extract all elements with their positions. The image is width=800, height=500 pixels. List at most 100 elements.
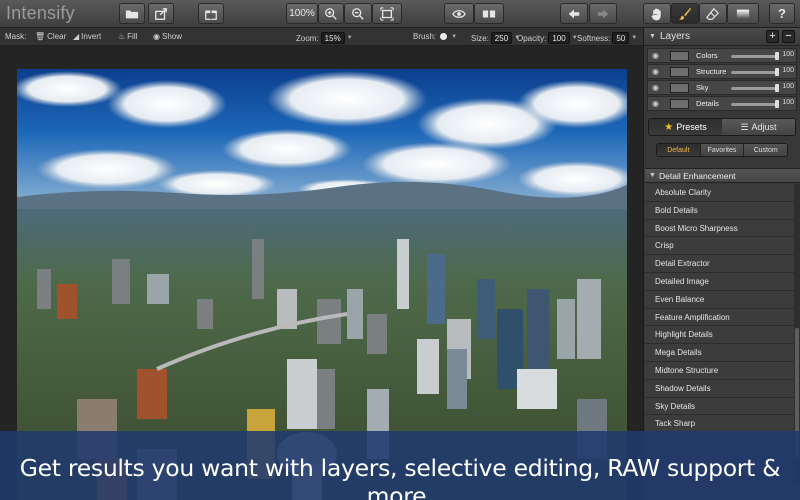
layer-opacity-value: 100 xyxy=(782,67,794,74)
help-button[interactable]: ? xyxy=(769,3,795,24)
mode-tabs: ★ Presets ☰ Adjust xyxy=(648,118,796,136)
zoom-in-button[interactable] xyxy=(318,3,344,24)
layer-thumbnail xyxy=(670,99,689,109)
zoom-control: Zoom: 15% ▼ xyxy=(296,32,353,44)
layer-thumbnail xyxy=(670,67,689,77)
gradient-tool-button[interactable] xyxy=(727,3,759,24)
layer-opacity-slider[interactable] xyxy=(731,71,779,74)
visibility-eye-icon[interactable]: ◉ xyxy=(652,99,659,108)
list-item[interactable]: Midtone Structure xyxy=(645,361,794,380)
layer-row-details[interactable]: ◉ Details 100 xyxy=(647,96,797,111)
list-item[interactable]: Highlight Details xyxy=(645,326,794,345)
gift-button[interactable] xyxy=(198,3,224,24)
top-toolbar: Intensify 100% ? xyxy=(0,0,800,28)
visibility-eye-icon[interactable]: ◉ xyxy=(652,83,659,92)
layer-name: Sky xyxy=(696,83,709,92)
tab-presets[interactable]: ★ Presets xyxy=(649,119,722,135)
preset-category-title: Detail Enhancement xyxy=(659,171,736,181)
mask-invert-button[interactable]: ◢ Invert xyxy=(73,32,101,41)
layer-opacity-slider[interactable] xyxy=(731,87,779,90)
zoom-out-button[interactable] xyxy=(344,3,372,24)
remove-layer-button[interactable]: − xyxy=(782,30,795,43)
list-item[interactable]: Mega Details xyxy=(645,344,794,362)
compare-button[interactable] xyxy=(474,3,504,24)
chevron-down-icon[interactable]: ▼ xyxy=(347,35,353,41)
undo-button[interactable] xyxy=(560,3,588,24)
slider-knob[interactable] xyxy=(775,84,779,92)
layer-row-sky[interactable]: ◉ Sky 100 xyxy=(647,80,797,95)
brush-control: Brush: ▼ xyxy=(413,32,458,41)
chevron-down-icon[interactable]: ▼ xyxy=(631,35,637,41)
size-field[interactable]: 250 xyxy=(490,32,513,44)
zoom-level-button[interactable]: 100% xyxy=(286,3,318,24)
layer-thumbnail xyxy=(670,83,689,93)
list-item[interactable]: Boost Micro Sharpness xyxy=(645,219,794,238)
trash-icon: 🗑 xyxy=(35,32,46,41)
list-item[interactable]: Sky Details xyxy=(645,397,794,416)
layer-opacity-slider[interactable] xyxy=(731,55,779,58)
brush-tool-button[interactable] xyxy=(671,3,699,24)
eraser-tool-button[interactable] xyxy=(699,3,727,24)
layer-row-structure[interactable]: ◉ Structure 100 xyxy=(647,64,797,79)
redo-button[interactable] xyxy=(589,3,617,24)
share-button[interactable] xyxy=(148,3,174,24)
list-item[interactable]: Even Balance xyxy=(645,290,794,309)
mask-show-button[interactable]: ◉ Show xyxy=(153,32,182,41)
chevron-down-icon[interactable]: ▼ xyxy=(451,34,457,40)
promo-caption-text: Get results you want with layers, select… xyxy=(19,454,781,500)
list-item[interactable]: Absolute Clarity xyxy=(645,184,794,202)
redo-icon xyxy=(597,9,609,18)
layer-list: ◉ Colors 100 ◉ Structure 100 ◉ Sky 100 ◉ xyxy=(647,48,797,112)
brush-preview-icon[interactable] xyxy=(440,33,448,40)
visibility-eye-icon[interactable]: ◉ xyxy=(652,67,659,76)
layers-title: Layers xyxy=(660,31,691,42)
preview-button[interactable] xyxy=(444,3,474,24)
slider-knob[interactable] xyxy=(775,100,779,108)
tab-favorites[interactable]: Favorites xyxy=(700,144,745,156)
eye-small-icon: ◉ xyxy=(153,32,160,41)
zoom-select[interactable]: 15% xyxy=(320,32,345,44)
preset-category-header[interactable]: ▼ Detail Enhancement xyxy=(645,168,800,183)
list-item[interactable]: Shadow Details xyxy=(645,379,794,398)
app-title: Intensify xyxy=(6,3,75,23)
open-button[interactable] xyxy=(119,3,145,24)
zoom-out-icon xyxy=(352,7,364,20)
layer-opacity-slider[interactable] xyxy=(731,103,779,106)
undo-icon xyxy=(568,9,580,18)
gift-icon xyxy=(205,10,217,20)
layer-row-colors[interactable]: ◉ Colors 100 xyxy=(647,48,797,63)
list-item[interactable]: Detail Extractor xyxy=(645,255,794,273)
list-item[interactable]: Feature Amplification xyxy=(645,308,794,327)
help-icon: ? xyxy=(778,6,786,21)
slider-knob[interactable] xyxy=(775,68,779,76)
layer-name: Colors xyxy=(696,51,718,60)
size-control: Size: 250 ▼ xyxy=(471,32,521,44)
list-item[interactable]: Crisp xyxy=(645,237,794,256)
opacity-field[interactable]: 100 xyxy=(548,32,570,44)
visibility-eye-icon[interactable]: ◉ xyxy=(652,51,659,60)
hand-icon xyxy=(651,7,661,20)
hand-tool-button[interactable] xyxy=(643,3,671,24)
share-icon xyxy=(155,7,167,20)
collapse-triangle-icon[interactable]: ▼ xyxy=(649,33,656,40)
layer-name: Structure xyxy=(696,67,727,76)
sliders-icon: ☰ xyxy=(740,121,749,132)
tab-adjust[interactable]: ☰ Adjust xyxy=(722,119,795,135)
fit-screen-icon xyxy=(380,6,394,21)
mask-fill-button[interactable]: ♨ Fill xyxy=(118,32,137,41)
softness-field[interactable]: 50 xyxy=(612,32,630,44)
brush-icon xyxy=(678,7,692,20)
slider-knob[interactable] xyxy=(775,52,779,60)
collapse-triangle-icon[interactable]: ▼ xyxy=(649,172,656,179)
layer-opacity-value: 100 xyxy=(782,99,794,106)
fit-screen-button[interactable] xyxy=(372,3,402,24)
tab-default[interactable]: Default xyxy=(657,144,701,156)
zoom-in-icon xyxy=(325,7,337,20)
list-item[interactable]: Bold Details xyxy=(645,201,794,220)
opacity-control: Opacity: 100 ▼ xyxy=(517,32,578,44)
mask-label: Mask: xyxy=(5,32,27,41)
list-item[interactable]: Detailed Image xyxy=(645,272,794,291)
add-layer-button[interactable]: + xyxy=(766,30,779,43)
tab-custom[interactable]: Custom xyxy=(744,144,787,156)
mask-clear-button[interactable]: 🗑 Clear xyxy=(35,32,66,41)
